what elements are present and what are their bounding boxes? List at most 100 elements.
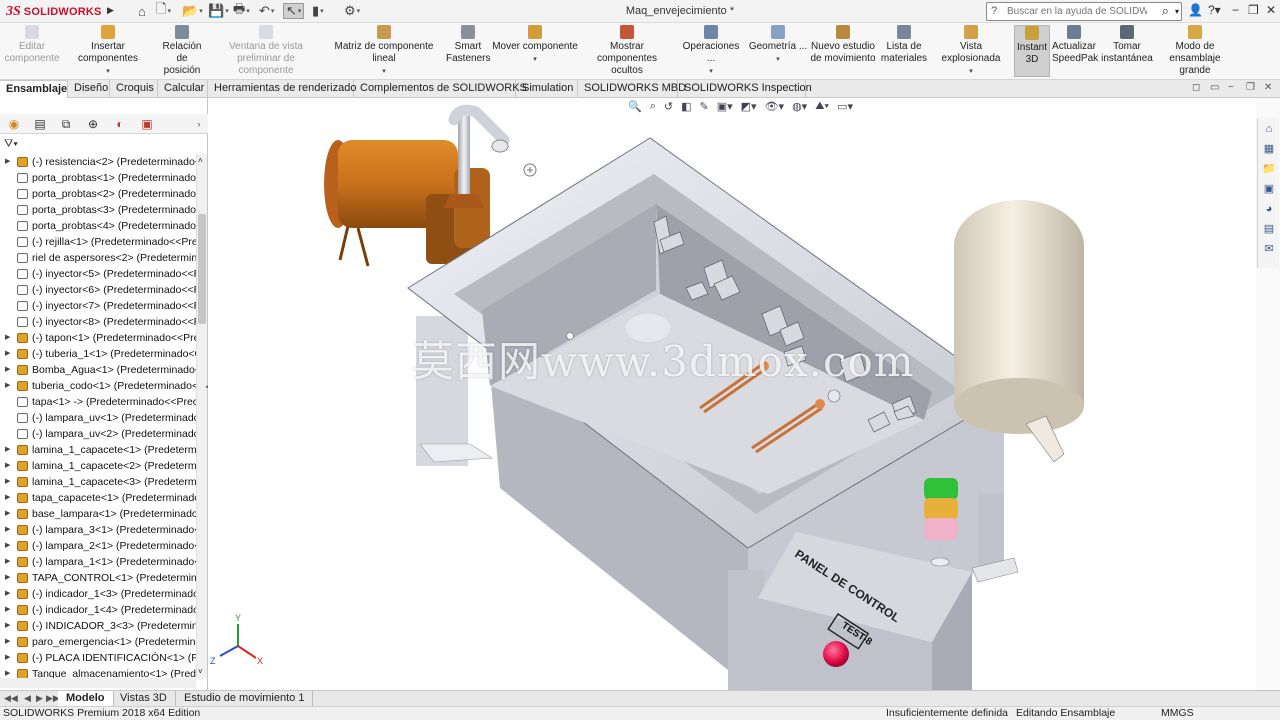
expand-arrow-icon[interactable]: ▶ [5,346,10,362]
close-doc-icon[interactable]: ✕ [1264,82,1272,93]
select-arrow-icon[interactable]: ↖ ▾ [283,3,305,19]
tree-item[interactable]: ▶ (-) tapon<1> (Predeterminado<<Pre [0,330,196,346]
nav-first-icon[interactable]: ◀◀ [4,693,18,704]
new-file-icon[interactable]: 🗋 ▾ [156,1,171,19]
tab-addins[interactable]: Complementos de SOLIDWORKS [354,80,527,98]
menu-expand-arrow-icon[interactable]: ▶ [107,5,114,16]
design-library-icon[interactable]: ▦ [1262,142,1276,156]
new-motion-study-button[interactable]: Nuevo estudio de movimiento [810,25,876,77]
reference-geometry-button[interactable]: Geometría ... ▾ [748,25,808,77]
tree-item[interactable]: ▶ (-) indicador_1<3> (Predeterminado [0,586,196,602]
chevron-down-icon[interactable]: ▾ [748,54,808,66]
tree-item[interactable]: (-) rejilla<1> (Predeterminado<<Pre [0,234,196,250]
chevron-down-icon[interactable]: ▾ [930,66,1012,78]
tab-simulation[interactable]: Simulation [516,80,578,98]
minimize-doc-icon[interactable]: − [1228,82,1234,93]
chevron-down-icon[interactable]: ▾ [324,66,444,78]
expand-arrow-icon[interactable]: ▶ [5,554,10,570]
tree-item[interactable]: riel de aspersores<2> (Predetermina [0,250,196,266]
display-manager-tab-icon[interactable]: ◐ [111,116,129,132]
insert-components-button[interactable]: Insertar componentes ▾ [62,25,154,77]
tab-calcular[interactable]: Calcular [158,80,208,98]
tree-item[interactable]: ▶ tuberia_codo<1> (Predeterminado< [0,378,196,394]
home-icon[interactable]: ⌂ [138,3,146,19]
tree-item[interactable]: ▶ Bomba_Agua<1> (Predeterminado< [0,362,196,378]
expand-arrow-icon[interactable]: ▶ [5,602,10,618]
update-speedpak-button[interactable]: Actualizar SpeedPak [1052,25,1098,77]
tree-item[interactable]: (-) inyector<7> (Predeterminado<<P [0,298,196,314]
nav-prev-icon[interactable]: ◀ [24,693,31,704]
filter-icon[interactable]: ⛛▾ [4,138,18,151]
cam-tab-icon[interactable]: ▣ [138,116,156,132]
smart-fasteners-button[interactable]: Smart Fasteners [446,25,490,77]
move-component-button[interactable]: Mover componente ▾ [492,25,578,77]
tab-croquis[interactable]: Croquis [110,80,158,98]
minimize-icon[interactable]: − [1232,3,1239,17]
tile-icon[interactable]: ▭ [1210,82,1219,93]
chevron-down-icon[interactable]: ▾ [492,54,578,66]
tree-item[interactable]: ▶ Tanque_almacenamiento<1> (Prede [0,666,196,678]
feature-manager-tab-icon[interactable]: ◉ [5,116,23,132]
undo-icon[interactable]: ↶ ▾ [259,3,274,19]
scroll-down-icon[interactable]: ˅ [198,667,203,676]
expand-arrow-icon[interactable]: ▶ [5,490,10,506]
tree-item[interactable]: ▶ (-) INDICADOR_3<3> (Predetermina [0,618,196,634]
expand-arrow-icon[interactable]: ▶ [5,154,10,170]
tab-ensamblaje[interactable]: Ensamblaje [0,80,68,98]
show-hidden-components-button[interactable]: Mostrar componentes ocultos [580,25,674,77]
expand-arrow-icon[interactable]: ▶ [5,378,10,394]
graphics-viewport[interactable]: 🔍 ⌕ ↺ ◧ ✎ ▣▾ ◩▾ 👁▾ ◍▾ ⛰▾ ▭▾ PANEL DE CON… [208,98,1256,690]
forum-icon[interactable]: ✉ [1262,242,1276,256]
tree-item[interactable]: ▶ base_lampara<1> (Predeterminado- [0,506,196,522]
chevron-down-icon[interactable]: ▾ [678,66,744,78]
tree-item[interactable]: (-) inyector<6> (Predeterminado<<P [0,282,196,298]
take-snapshot-button[interactable]: Tomar instantánea [1100,25,1154,77]
tree-item[interactable]: tapa<1> -> (Predeterminado<<Prec [0,394,196,410]
tab-diseno[interactable]: Diseño [68,80,110,98]
traffic-light-icon[interactable]: ▮ ▾ [312,3,324,19]
expand-arrow-icon[interactable]: ▶ [5,442,10,458]
tab-vistas-3d[interactable]: Vistas 3D [112,691,176,707]
bill-of-materials-button[interactable]: Lista de materiales [878,25,930,77]
mate-button[interactable]: Relación de posición [156,25,208,77]
view-palette-icon[interactable]: ▣ [1262,182,1276,196]
tab-render-tools[interactable]: Herramientas de renderizado [208,80,356,98]
component-preview-window-button[interactable]: Ventana de vista preliminar de component… [210,25,322,77]
tab-estudio-movimiento[interactable]: Estudio de movimiento 1 [176,691,314,707]
tree-scroll-thumb[interactable] [198,214,206,324]
tree-item[interactable]: (-) inyector<5> (Predeterminado<<P [0,266,196,282]
expand-arrow-icon[interactable]: ▶ [5,666,10,678]
scroll-up-icon[interactable]: ˄ [198,156,203,165]
expand-arrow-icon[interactable]: ▶ [5,586,10,602]
chevron-right-icon[interactable]: › [190,116,208,132]
expand-arrow-icon[interactable]: ▶ [5,458,10,474]
solidworks-logo[interactable]: 3S SOLIDWORKS [6,3,102,20]
help-search-box[interactable]: ? ⌕ ▾ [986,2,1182,21]
expand-arrow-icon[interactable]: ▶ [5,522,10,538]
expand-arrow-icon[interactable]: ▶ [5,570,10,586]
tree-item[interactable]: ▶ (-) PLACA IDENTIFICACIÓN<1> (Prec [0,650,196,666]
instant-3d-button[interactable]: Instant 3D [1014,25,1050,77]
expand-arrow-icon[interactable]: ▶ [5,650,10,666]
tree-item[interactable]: ▶ (-) tuberia_1<1> (Predeterminado<C [0,346,196,362]
tree-item[interactable]: (-) lampara_uv<2> (Predeterminado [0,426,196,442]
restore-icon[interactable]: ❐ [1248,3,1259,17]
property-manager-tab-icon[interactable]: ▤ [31,116,49,132]
tab-inspection[interactable]: SOLIDWORKS Inspection [678,80,812,98]
restore-small-icon[interactable]: ◻ [1192,82,1200,93]
appearances-icon[interactable]: ◕ [1262,202,1276,216]
chevron-down-icon[interactable]: ▾ [62,66,154,78]
tree-item[interactable]: ▶ lamina_1_capacete<2> (Predetermin [0,458,196,474]
tree-item[interactable]: ▶ paro_emergencia<1> (Predetermina [0,634,196,650]
close-icon[interactable]: ✕ [1266,3,1276,17]
options-icon[interactable]: ⚙ ▾ [344,3,360,19]
tab-mbd[interactable]: SOLIDWORKS MBD [578,80,686,98]
tree-item[interactable]: (-) inyector<8> (Predeterminado<<P [0,314,196,330]
user-icon[interactable]: 👤 [1188,3,1203,17]
expand-arrow-icon[interactable]: ▶ [5,362,10,378]
expand-arrow-icon[interactable]: ▶ [5,538,10,554]
linear-component-pattern-button[interactable]: Matriz de componente lineal ▾ [324,25,444,77]
custom-properties-icon[interactable]: ▤ [1262,222,1276,236]
help-search-input[interactable] [1007,4,1147,19]
tree-item[interactable]: ▶ lamina_1_capacete<1> (Predetermin [0,442,196,458]
